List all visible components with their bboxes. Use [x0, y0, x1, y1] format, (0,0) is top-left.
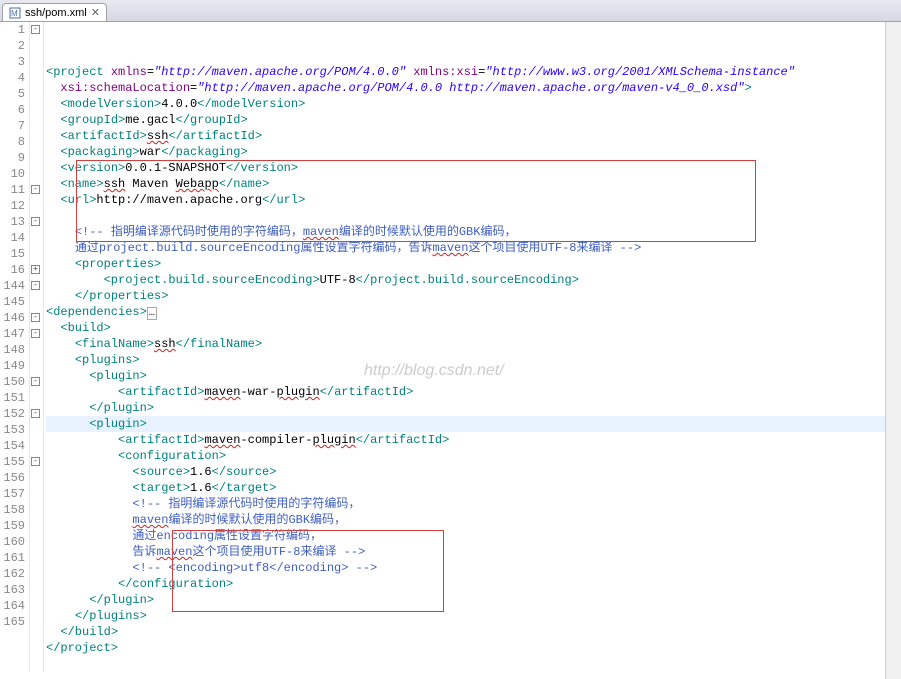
- line-number: 156: [0, 470, 25, 486]
- code-line[interactable]: <plugin>: [46, 416, 901, 432]
- fold-toggle[interactable]: -: [31, 25, 40, 34]
- code-line[interactable]: <artifactId>maven-compiler-plugin</artif…: [46, 432, 901, 448]
- xml-file-icon: M: [9, 7, 21, 19]
- line-number: 145: [0, 294, 25, 310]
- code-line[interactable]: 通过encoding属性设置字符编码，: [46, 528, 901, 544]
- fold-toggle[interactable]: +: [31, 265, 40, 274]
- code-line[interactable]: </build>: [46, 624, 901, 640]
- code-line[interactable]: </project>: [46, 640, 901, 656]
- code-line[interactable]: xsi:schemaLocation="http://maven.apache.…: [46, 80, 901, 96]
- line-number: 164: [0, 598, 25, 614]
- fold-toggle[interactable]: -: [31, 409, 40, 418]
- code-line[interactable]: <plugin>: [46, 368, 901, 384]
- code-line[interactable]: </plugin>: [46, 400, 901, 416]
- code-line[interactable]: <modelVersion>4.0.0</modelVersion>: [46, 96, 901, 112]
- code-line[interactable]: <url>http://maven.apache.org</url>: [46, 192, 901, 208]
- line-number: 6: [0, 102, 25, 118]
- code-line[interactable]: maven编译的时候默认使用的GBK编码，: [46, 512, 901, 528]
- line-number: 162: [0, 566, 25, 582]
- line-number: 154: [0, 438, 25, 454]
- line-number: 1: [0, 22, 25, 38]
- line-number: 155: [0, 454, 25, 470]
- code-line[interactable]: </properties>: [46, 288, 901, 304]
- fold-toggle[interactable]: -: [31, 457, 40, 466]
- fold-toggle[interactable]: -: [31, 313, 40, 322]
- line-number: 15: [0, 246, 25, 262]
- line-number: 13: [0, 214, 25, 230]
- line-number: 146: [0, 310, 25, 326]
- line-number: 8: [0, 134, 25, 150]
- line-number: 147: [0, 326, 25, 342]
- line-number: 153: [0, 422, 25, 438]
- code-line[interactable]: <finalName>ssh</finalName>: [46, 336, 901, 352]
- line-number: 12: [0, 198, 25, 214]
- code-line[interactable]: <build>: [46, 320, 901, 336]
- line-number: 149: [0, 358, 25, 374]
- code-line[interactable]: <dependencies>…: [46, 304, 901, 320]
- fold-gutter: - - - + - - - - - -: [30, 22, 44, 672]
- line-number: 5: [0, 86, 25, 102]
- line-number: 7: [0, 118, 25, 134]
- code-editor[interactable]: 1234567891011121314151614414514614714814…: [0, 22, 901, 672]
- line-number: 11: [0, 182, 25, 198]
- fold-toggle[interactable]: -: [31, 329, 40, 338]
- line-number: 150: [0, 374, 25, 390]
- code-line[interactable]: [46, 656, 901, 672]
- line-number: 16: [0, 262, 25, 278]
- code-line[interactable]: 告诉maven这个项目使用UTF-8来编译 -->: [46, 544, 901, 560]
- line-number: 161: [0, 550, 25, 566]
- code-line[interactable]: </configuration>: [46, 576, 901, 592]
- code-line[interactable]: <source>1.6</source>: [46, 464, 901, 480]
- code-line[interactable]: </plugin>: [46, 592, 901, 608]
- code-line[interactable]: <!-- 指明编译源代码时使用的字符编码，maven编译的时候默认使用的GBK编…: [46, 224, 901, 240]
- line-number: 144: [0, 278, 25, 294]
- line-number: 165: [0, 614, 25, 630]
- code-line[interactable]: <!-- 指明编译源代码时使用的字符编码，: [46, 496, 901, 512]
- fold-toggle[interactable]: -: [31, 377, 40, 386]
- line-number: 148: [0, 342, 25, 358]
- line-number: 2: [0, 38, 25, 54]
- fold-toggle[interactable]: -: [31, 217, 40, 226]
- fold-toggle[interactable]: -: [31, 185, 40, 194]
- code-line[interactable]: <properties>: [46, 256, 901, 272]
- code-line[interactable]: <artifactId>maven-war-plugin</artifactId…: [46, 384, 901, 400]
- code-line[interactable]: <configuration>: [46, 448, 901, 464]
- code-line[interactable]: <plugins>: [46, 352, 901, 368]
- editor-tab[interactable]: M ssh/pom.xml ✕: [2, 3, 107, 21]
- line-number-gutter: 1234567891011121314151614414514614714814…: [0, 22, 30, 672]
- line-number: 14: [0, 230, 25, 246]
- line-number: 160: [0, 534, 25, 550]
- line-number: 151: [0, 390, 25, 406]
- line-number: 152: [0, 406, 25, 422]
- vertical-scrollbar[interactable]: [885, 22, 901, 679]
- code-line[interactable]: <artifactId>ssh</artifactId>: [46, 128, 901, 144]
- code-line[interactable]: <!-- <encoding>utf8</encoding> -->: [46, 560, 901, 576]
- code-line[interactable]: [46, 208, 901, 224]
- line-number: 159: [0, 518, 25, 534]
- code-line[interactable]: <groupId>me.gacl</groupId>: [46, 112, 901, 128]
- line-number: 4: [0, 70, 25, 86]
- svg-text:M: M: [11, 9, 18, 18]
- code-line[interactable]: 通过project.build.sourceEncoding属性设置字符编码，告…: [46, 240, 901, 256]
- code-line[interactable]: <target>1.6</target>: [46, 480, 901, 496]
- code-line[interactable]: <project.build.sourceEncoding>UTF-8</pro…: [46, 272, 901, 288]
- code-line[interactable]: </plugins>: [46, 608, 901, 624]
- code-line[interactable]: <project xmlns="http://maven.apache.org/…: [46, 64, 901, 80]
- line-number: 9: [0, 150, 25, 166]
- code-line[interactable]: <packaging>war</packaging>: [46, 144, 901, 160]
- code-area[interactable]: http://blog.csdn.net/ <project xmlns="ht…: [44, 22, 901, 672]
- line-number: 157: [0, 486, 25, 502]
- code-line[interactable]: <version>0.0.1-SNAPSHOT</version>: [46, 160, 901, 176]
- close-icon[interactable]: ✕: [91, 6, 100, 19]
- line-number: 163: [0, 582, 25, 598]
- line-number: 158: [0, 502, 25, 518]
- line-number: 10: [0, 166, 25, 182]
- tab-title: ssh/pom.xml: [25, 7, 87, 19]
- fold-toggle[interactable]: -: [31, 281, 40, 290]
- line-number: 3: [0, 54, 25, 70]
- code-line[interactable]: <name>ssh Maven Webapp</name>: [46, 176, 901, 192]
- tab-bar: M ssh/pom.xml ✕: [0, 0, 901, 22]
